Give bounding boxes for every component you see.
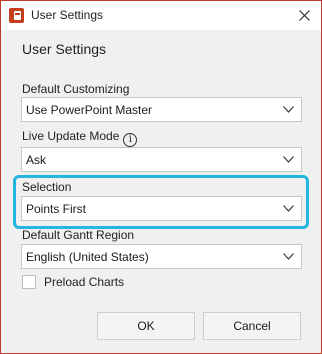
close-button[interactable] bbox=[287, 1, 321, 30]
user-settings-dialog: User Settings User Settings Default Cust… bbox=[0, 0, 322, 354]
title-bar: User Settings bbox=[1, 1, 321, 30]
preload-charts-checkbox[interactable] bbox=[22, 275, 36, 289]
live-update-mode-value: Ask bbox=[26, 152, 47, 167]
chevron-down-icon bbox=[283, 253, 294, 260]
info-icon[interactable]: i bbox=[123, 133, 138, 147]
preload-charts-row: Preload Charts bbox=[22, 275, 124, 289]
ok-button[interactable]: OK bbox=[97, 312, 195, 340]
default-gantt-region-dropdown[interactable]: English (United States) bbox=[21, 244, 302, 269]
dialog-heading: User Settings bbox=[22, 41, 107, 57]
chevron-down-icon bbox=[283, 205, 294, 212]
default-customizing-dropdown[interactable]: Use PowerPoint Master bbox=[21, 97, 302, 122]
cancel-button[interactable]: Cancel bbox=[203, 312, 301, 340]
powerpoint-icon bbox=[9, 8, 24, 23]
default-customizing-label: Default Customizing bbox=[22, 82, 130, 96]
chevron-down-icon bbox=[283, 156, 294, 163]
selection-value: Points First bbox=[26, 201, 87, 216]
preload-charts-label[interactable]: Preload Charts bbox=[44, 275, 124, 289]
default-customizing-value: Use PowerPoint Master bbox=[26, 102, 153, 117]
live-update-mode-label-row: Live Update Mode i bbox=[22, 129, 138, 147]
close-icon bbox=[298, 10, 310, 21]
chevron-down-icon bbox=[283, 106, 294, 113]
default-gantt-region-value: English (United States) bbox=[26, 249, 149, 264]
default-gantt-region-label: Default Gantt Region bbox=[22, 228, 135, 242]
live-update-mode-dropdown[interactable]: Ask bbox=[21, 147, 302, 172]
window-title: User Settings bbox=[31, 8, 104, 22]
selection-dropdown[interactable]: Points First bbox=[21, 196, 302, 221]
selection-label: Selection bbox=[22, 180, 72, 194]
live-update-mode-label: Live Update Mode bbox=[22, 129, 120, 143]
